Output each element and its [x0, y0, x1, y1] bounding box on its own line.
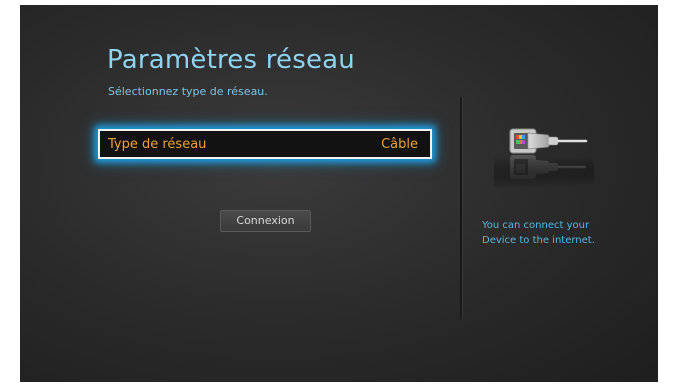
help-line-2: Device to the internet. [482, 235, 595, 246]
network-settings-panel: Paramètres réseau Sélectionnez type de r… [20, 5, 658, 382]
tv-screen: Paramètres réseau Sélectionnez type de r… [20, 5, 658, 382]
network-type-value: Câble [381, 137, 418, 152]
help-line-1: You can connect your [482, 220, 590, 231]
network-type-selector[interactable]: Type de réseau Câble [98, 129, 432, 159]
panel-divider [460, 97, 462, 319]
connect-button[interactable]: Connexion [220, 210, 311, 232]
network-type-label: Type de réseau [108, 137, 207, 152]
page-subtitle: Sélectionnez type de réseau. [108, 85, 268, 98]
ethernet-cable-icon [494, 123, 594, 203]
page-title: Paramètres réseau [107, 45, 355, 75]
help-description: You can connect your Device to the inter… [482, 218, 632, 248]
